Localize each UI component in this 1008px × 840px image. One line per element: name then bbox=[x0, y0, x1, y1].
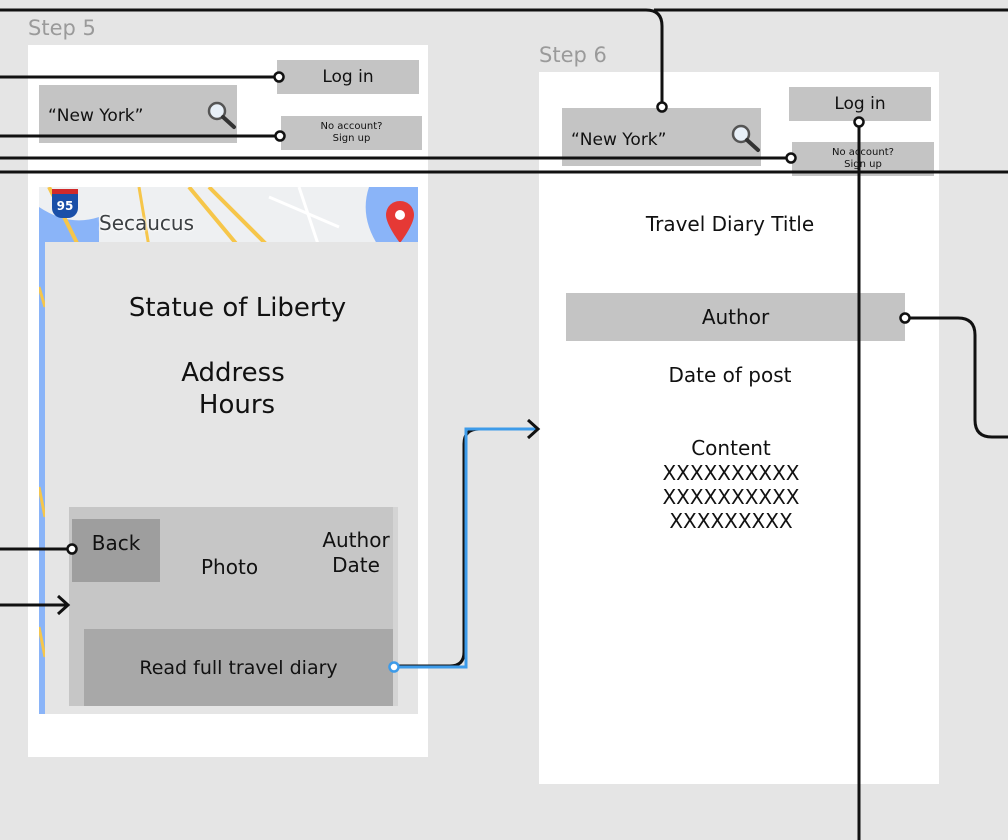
step5-label: Step 5 bbox=[28, 16, 96, 40]
author-button[interactable]: Author bbox=[566, 293, 905, 341]
date-of-post: Date of post bbox=[668, 363, 792, 387]
read-full-diary-label: Read full travel diary bbox=[139, 656, 338, 679]
content-label: Content bbox=[691, 436, 771, 460]
content-line: XXXXXXXXXX bbox=[662, 485, 800, 509]
place-hours: Hours bbox=[198, 390, 276, 420]
preview-author-date: Author Date bbox=[316, 528, 396, 578]
read-full-diary-button[interactable]: Read full travel diary bbox=[84, 629, 393, 706]
photo-placeholder: Photo bbox=[201, 555, 259, 579]
place-title: Statue of Liberty bbox=[128, 293, 347, 323]
arrowhead bbox=[526, 418, 541, 440]
step6-login-button[interactable]: Log in bbox=[789, 87, 931, 121]
interstate-number: 95 bbox=[56, 199, 74, 213]
content-block: Content XXXXXXXXXX XXXXXXXXXX XXXXXXXXX bbox=[631, 436, 831, 533]
step6-signup-line1: No account? bbox=[832, 147, 894, 158]
search-icon[interactable] bbox=[730, 123, 762, 153]
back-label: Back bbox=[91, 531, 141, 555]
map-pin-icon[interactable] bbox=[384, 199, 416, 245]
preview-date: Date bbox=[332, 553, 380, 577]
step6-frame bbox=[539, 72, 939, 784]
content-line: XXXXXXXXXX bbox=[662, 461, 800, 485]
step6-search-input[interactable]: “New York” bbox=[562, 108, 761, 166]
step6-label: Step 6 bbox=[539, 43, 607, 67]
step6-signup-line2: Sign up bbox=[844, 159, 882, 170]
step5-search-input[interactable]: “New York” bbox=[39, 85, 237, 143]
step5-search-value: “New York” bbox=[48, 106, 144, 126]
step5-signup-line2: Sign up bbox=[332, 133, 371, 144]
search-icon[interactable] bbox=[206, 100, 238, 130]
map-city-label: Secaucus bbox=[99, 211, 195, 235]
back-button[interactable]: Back bbox=[72, 519, 160, 582]
step5-login-button[interactable]: Log in bbox=[277, 60, 419, 94]
step5-signup-line1: No account? bbox=[320, 121, 383, 132]
step6-login-label: Log in bbox=[834, 94, 886, 114]
preview-author: Author bbox=[322, 528, 390, 552]
step5-login-label: Log in bbox=[322, 67, 374, 87]
content-line: XXXXXXXXX bbox=[669, 509, 793, 533]
step5-signup-button[interactable]: No account? Sign up bbox=[281, 116, 422, 150]
step6-signup-button[interactable]: No account? Sign up bbox=[792, 142, 934, 176]
place-address: Address bbox=[181, 358, 285, 388]
interstate-shield: 95 bbox=[52, 189, 78, 218]
step6-search-value: “New York” bbox=[571, 130, 667, 150]
author-label: Author bbox=[701, 305, 770, 329]
diary-title: Travel Diary Title bbox=[645, 212, 815, 236]
